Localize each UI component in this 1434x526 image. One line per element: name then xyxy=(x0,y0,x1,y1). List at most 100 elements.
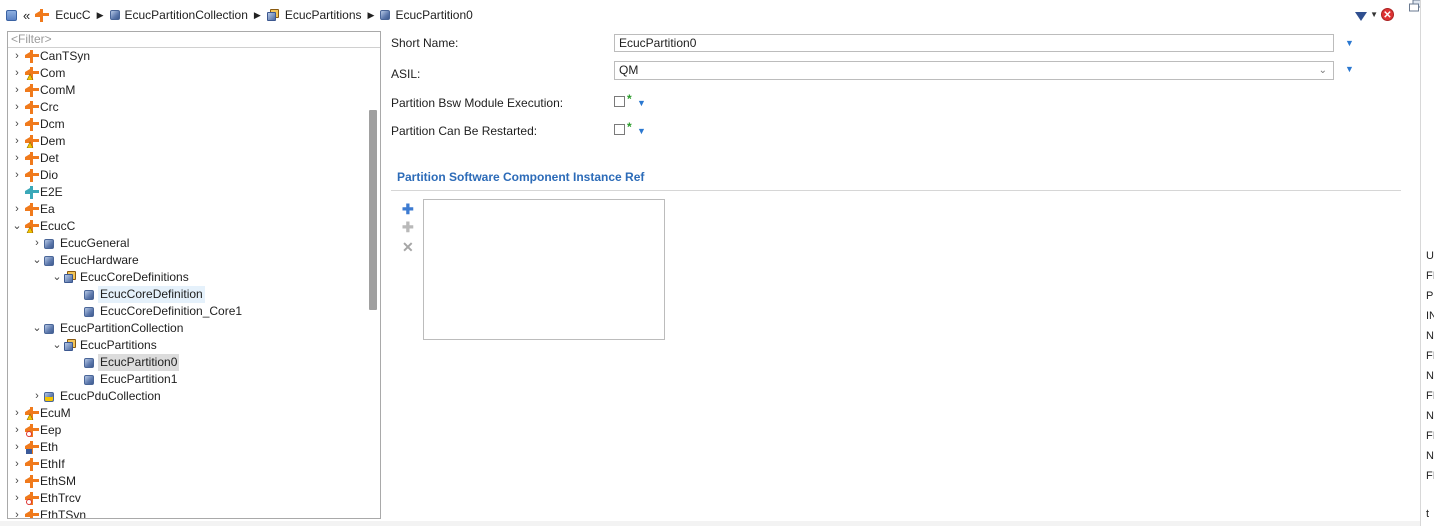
tree-item[interactable]: EcucPartition0 xyxy=(8,354,370,371)
expand-toggle-icon[interactable]: › xyxy=(12,48,22,65)
expand-toggle-icon[interactable]: › xyxy=(12,99,22,116)
expand-toggle-icon[interactable]: › xyxy=(12,422,22,439)
strip-text: N xyxy=(1426,450,1434,462)
tree-item-label: Eth xyxy=(40,440,59,454)
strip-text: IN xyxy=(1426,310,1434,322)
tree-item[interactable]: › Crc xyxy=(8,99,370,116)
tree-item[interactable]: › EcucPduCollection xyxy=(8,388,370,405)
breadcrumb-item-ecucpartitions[interactable]: EcucPartitions xyxy=(266,8,362,22)
asil-dropdown-icon[interactable]: ▼ xyxy=(1345,64,1354,74)
bottom-border xyxy=(0,521,1420,526)
expand-toggle-icon[interactable]: › xyxy=(12,456,22,473)
tree-item[interactable]: ⌄ EcucC xyxy=(8,218,370,235)
tree-item-label: EthSM xyxy=(40,474,77,488)
collapse-toggle-icon[interactable]: ⌄ xyxy=(12,218,22,235)
bsw-exec-checkbox[interactable] xyxy=(614,96,625,107)
tree-item[interactable]: › CanTSyn xyxy=(8,48,370,65)
restart-dropdown-icon[interactable]: ▼ xyxy=(637,126,646,136)
tree-item-label: Com xyxy=(40,66,66,80)
collapse-toggle-icon[interactable]: ⌄ xyxy=(32,320,42,337)
expand-toggle-icon[interactable]: › xyxy=(12,116,22,133)
container-icon xyxy=(109,10,120,20)
partition-detail-panel: Short Name: EcucPartition0 ▼ ASIL: QM ⌄ … xyxy=(384,31,1404,521)
tree-item[interactable]: ⌄ EcucPartitionCollection xyxy=(8,320,370,337)
close-editor-icon[interactable]: ✕ xyxy=(1381,8,1394,21)
tree-item[interactable]: › Dio xyxy=(8,167,370,184)
remove-reference-icon[interactable]: ✕ xyxy=(402,240,414,254)
add-reference-icon[interactable]: ✚ xyxy=(402,202,414,216)
collapse-toggle-icon[interactable]: ⌄ xyxy=(52,269,62,286)
expand-toggle-icon[interactable]: › xyxy=(12,490,22,507)
asil-value: QM xyxy=(619,63,639,77)
tree-item[interactable]: › EcucGeneral xyxy=(8,235,370,252)
tree-item[interactable]: › EthTSyn xyxy=(8,507,370,518)
breadcrumb-item-ecucpartition0[interactable]: EcucPartition0 xyxy=(380,8,473,22)
expand-toggle-icon[interactable]: › xyxy=(12,439,22,456)
tree-item[interactable]: EcucPartition1 xyxy=(8,371,370,388)
module-icon xyxy=(24,509,40,518)
tree-item[interactable]: EcucCoreDefinition_Core1 xyxy=(8,303,370,320)
strip-text: t xyxy=(1426,508,1430,520)
short-name-input[interactable]: EcucPartition0 xyxy=(614,34,1334,52)
short-name-dropdown-icon[interactable]: ▼ xyxy=(1345,38,1354,48)
tree-item[interactable]: ⌄ EcucHardware xyxy=(8,252,370,269)
strip-text: FI xyxy=(1426,470,1434,482)
tree-filter-input[interactable]: <Filter> xyxy=(8,32,380,48)
expand-toggle-icon[interactable]: › xyxy=(12,133,22,150)
tree-item[interactable]: › EthTrcv xyxy=(8,490,370,507)
link-with-editor-icon[interactable] xyxy=(6,9,17,21)
filter-icon[interactable] xyxy=(1355,12,1368,21)
tree-item-label: Dio xyxy=(40,168,59,182)
tree-item[interactable]: EcucCoreDefinition xyxy=(8,286,370,303)
tree-item[interactable]: › EcuM xyxy=(8,405,370,422)
strip-text: FI xyxy=(1426,270,1434,282)
expand-toggle-icon[interactable]: › xyxy=(12,167,22,184)
expand-toggle-icon[interactable]: › xyxy=(12,507,22,518)
expand-toggle-icon[interactable]: › xyxy=(12,150,22,167)
expand-toggle-icon[interactable]: › xyxy=(32,388,42,405)
tree-item[interactable]: › ComM xyxy=(8,82,370,99)
tree-item[interactable]: › Eth xyxy=(8,439,370,456)
section-divider xyxy=(391,190,1401,191)
tree-item[interactable]: ⌄ EcucCoreDefinitions xyxy=(8,269,370,286)
restart-label: Partition Can Be Restarted: xyxy=(391,124,538,138)
tree-item[interactable]: › Det xyxy=(8,150,370,167)
instance-ref-list[interactable] xyxy=(423,199,665,340)
expand-toggle-icon[interactable]: › xyxy=(32,235,42,252)
tree-item[interactable]: › EthIf xyxy=(8,456,370,473)
tree-item-label: EcucPartition1 xyxy=(100,372,178,386)
expand-toggle-icon[interactable]: › xyxy=(12,82,22,99)
tree-item[interactable]: › Dem xyxy=(8,133,370,150)
tree-item[interactable]: › Com xyxy=(8,65,370,82)
strip-text: FI xyxy=(1426,430,1434,442)
breadcrumb-bar: « EcucC ▶ EcucPartitionCollection ▶ Ecuc… xyxy=(0,0,1404,30)
expand-toggle-icon[interactable]: › xyxy=(12,405,22,422)
tree-item[interactable]: › Ea xyxy=(8,201,370,218)
breadcrumb-item-ecucpartitioncollection[interactable]: EcucPartitionCollection xyxy=(109,8,248,22)
expand-toggle-icon[interactable]: › xyxy=(12,473,22,490)
strip-text: U xyxy=(1426,250,1434,262)
collapse-toggle-icon[interactable]: ⌄ xyxy=(32,252,42,269)
tree-scrollbar-thumb[interactable] xyxy=(369,110,377,310)
collapse-toggle-icon[interactable]: ⌄ xyxy=(52,337,62,354)
tree-item[interactable]: E2E xyxy=(8,184,370,201)
tree-item[interactable]: ⌄ EcucPartitions xyxy=(8,337,370,354)
tree-item-label: Dcm xyxy=(40,117,65,131)
adjacent-view-strip: U FI PU IN N FI N FI N FI N FI t xyxy=(1420,0,1434,526)
tree-item[interactable]: › Eep xyxy=(8,422,370,439)
breadcrumb-back-button[interactable]: « xyxy=(23,8,30,23)
breadcrumb-item-ecucc[interactable]: EcucC xyxy=(34,8,91,22)
tree-item-label: CanTSyn xyxy=(40,49,91,63)
strip-text: N xyxy=(1426,410,1434,422)
tree-item[interactable]: › Dcm xyxy=(8,116,370,133)
expand-toggle-icon[interactable]: › xyxy=(12,201,22,218)
bsw-exec-dropdown-icon[interactable]: ▼ xyxy=(637,98,646,108)
restart-checkbox[interactable] xyxy=(614,124,625,135)
filter-dropdown-icon[interactable]: ▼ xyxy=(1370,10,1378,19)
expand-toggle-icon[interactable]: › xyxy=(12,65,22,82)
tree-item-label: Ea xyxy=(40,202,55,216)
container-icon xyxy=(84,375,94,385)
tree-item-label: EcuM xyxy=(40,406,71,420)
tree-item[interactable]: › EthSM xyxy=(8,473,370,490)
asil-select[interactable]: QM ⌄ xyxy=(614,61,1334,80)
